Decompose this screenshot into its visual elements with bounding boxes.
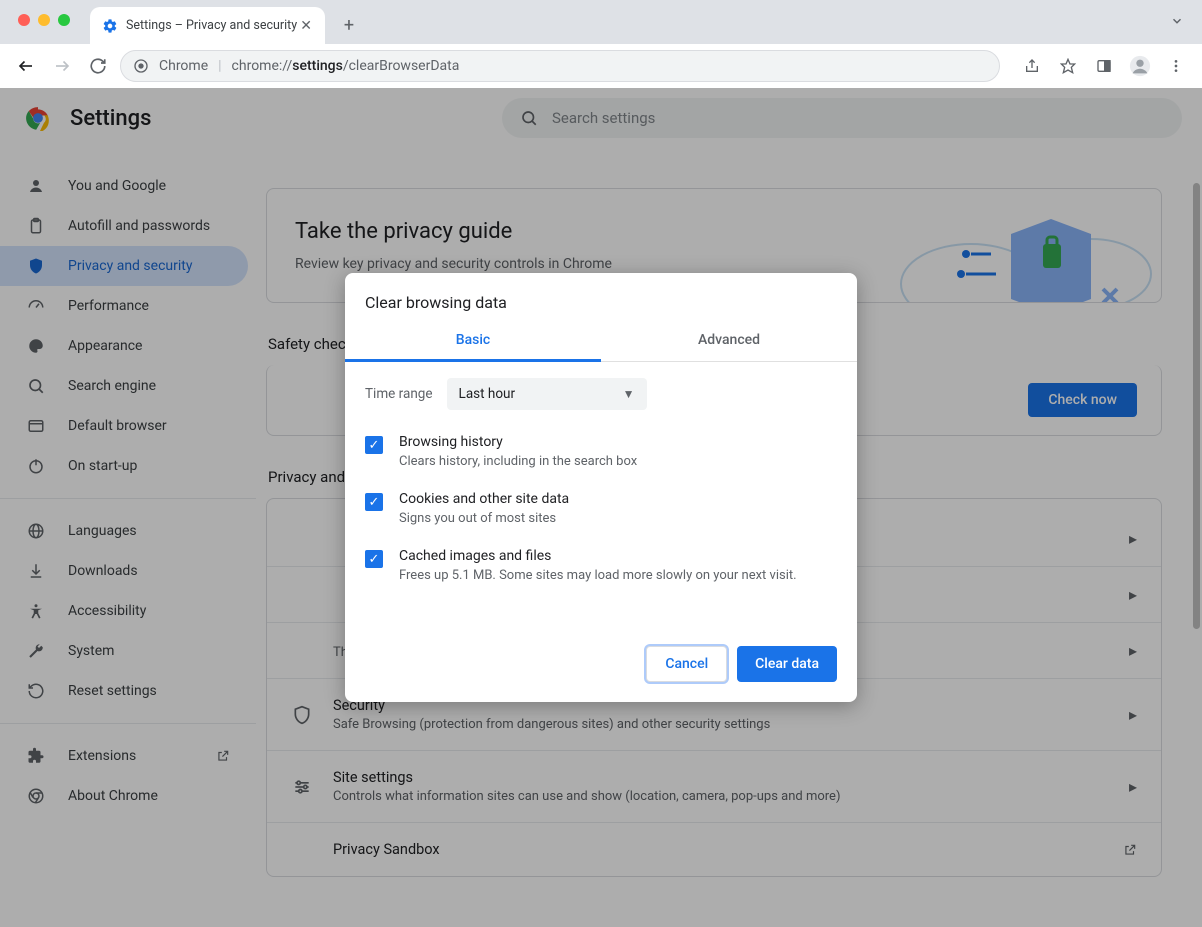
profile-avatar[interactable]: [1126, 52, 1154, 80]
forward-button[interactable]: [48, 52, 76, 80]
browser-tab[interactable]: Settings – Privacy and security ✕: [90, 7, 325, 44]
cancel-button[interactable]: Cancel: [646, 646, 727, 682]
checkbox-cookies[interactable]: ✓: [365, 493, 383, 511]
chevron-down-icon: ▼: [623, 387, 635, 401]
modal-overlay[interactable]: Clear browsing data Basic Advanced Time …: [0, 88, 1202, 927]
divider: |: [218, 58, 221, 74]
reload-button[interactable]: [84, 52, 112, 80]
gear-icon: [102, 18, 118, 34]
checkbox-row-cached: ✓ Cached images and filesFrees up 5.1 MB…: [365, 538, 837, 595]
sidepanel-icon[interactable]: [1090, 52, 1118, 80]
checkbox-row-cookies: ✓ Cookies and other site dataSigns you o…: [365, 481, 837, 538]
checkbox-row-browsing-history: ✓ Browsing historyClears history, includ…: [365, 424, 837, 481]
site-info-icon[interactable]: [133, 58, 149, 74]
window-maximize-button[interactable]: [58, 14, 70, 26]
checkbox-cached[interactable]: ✓: [365, 550, 383, 568]
back-button[interactable]: [12, 52, 40, 80]
clear-data-button[interactable]: Clear data: [737, 646, 837, 682]
window-close-button[interactable]: [18, 14, 30, 26]
time-range-label: Time range: [365, 386, 433, 402]
new-tab-button[interactable]: +: [335, 11, 363, 39]
dialog-title: Clear browsing data: [345, 273, 857, 320]
clear-browsing-data-dialog: Clear browsing data Basic Advanced Time …: [345, 273, 857, 702]
dialog-tabs: Basic Advanced: [345, 320, 857, 362]
chrome-label: Chrome: [159, 58, 208, 74]
window-titlebar: Settings – Privacy and security ✕ +: [0, 0, 1202, 44]
tab-advanced[interactable]: Advanced: [601, 320, 857, 361]
time-range-select[interactable]: Last hour ▼: [447, 378, 647, 410]
tab-basic[interactable]: Basic: [345, 320, 601, 361]
chevron-down-icon[interactable]: [1170, 14, 1184, 28]
menu-icon[interactable]: [1162, 52, 1190, 80]
window-minimize-button[interactable]: [38, 14, 50, 26]
bookmark-icon[interactable]: [1054, 52, 1082, 80]
address-bar[interactable]: Chrome | chrome://settings/clearBrowserD…: [120, 50, 1000, 82]
share-icon[interactable]: [1018, 52, 1046, 80]
close-icon[interactable]: ✕: [297, 15, 315, 37]
url-display: chrome://settings/clearBrowserData: [232, 58, 460, 74]
window-traffic-lights: [0, 0, 70, 26]
tab-title: Settings – Privacy and security: [126, 18, 297, 33]
checkbox-browsing-history[interactable]: ✓: [365, 436, 383, 454]
browser-toolbar: Chrome | chrome://settings/clearBrowserD…: [0, 44, 1202, 88]
